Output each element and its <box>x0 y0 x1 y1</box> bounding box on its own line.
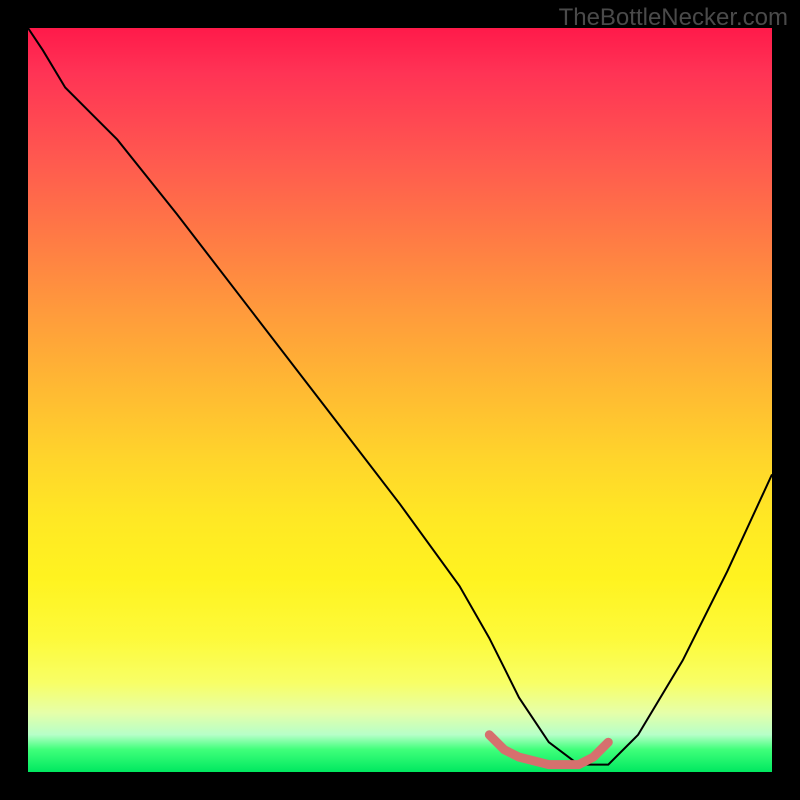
watermark-text: TheBottleNecker.com <box>559 4 788 32</box>
chart-highlight <box>489 735 608 765</box>
chart-plot-area <box>28 28 772 772</box>
chart-svg <box>28 28 772 772</box>
chart-curve <box>28 28 772 765</box>
